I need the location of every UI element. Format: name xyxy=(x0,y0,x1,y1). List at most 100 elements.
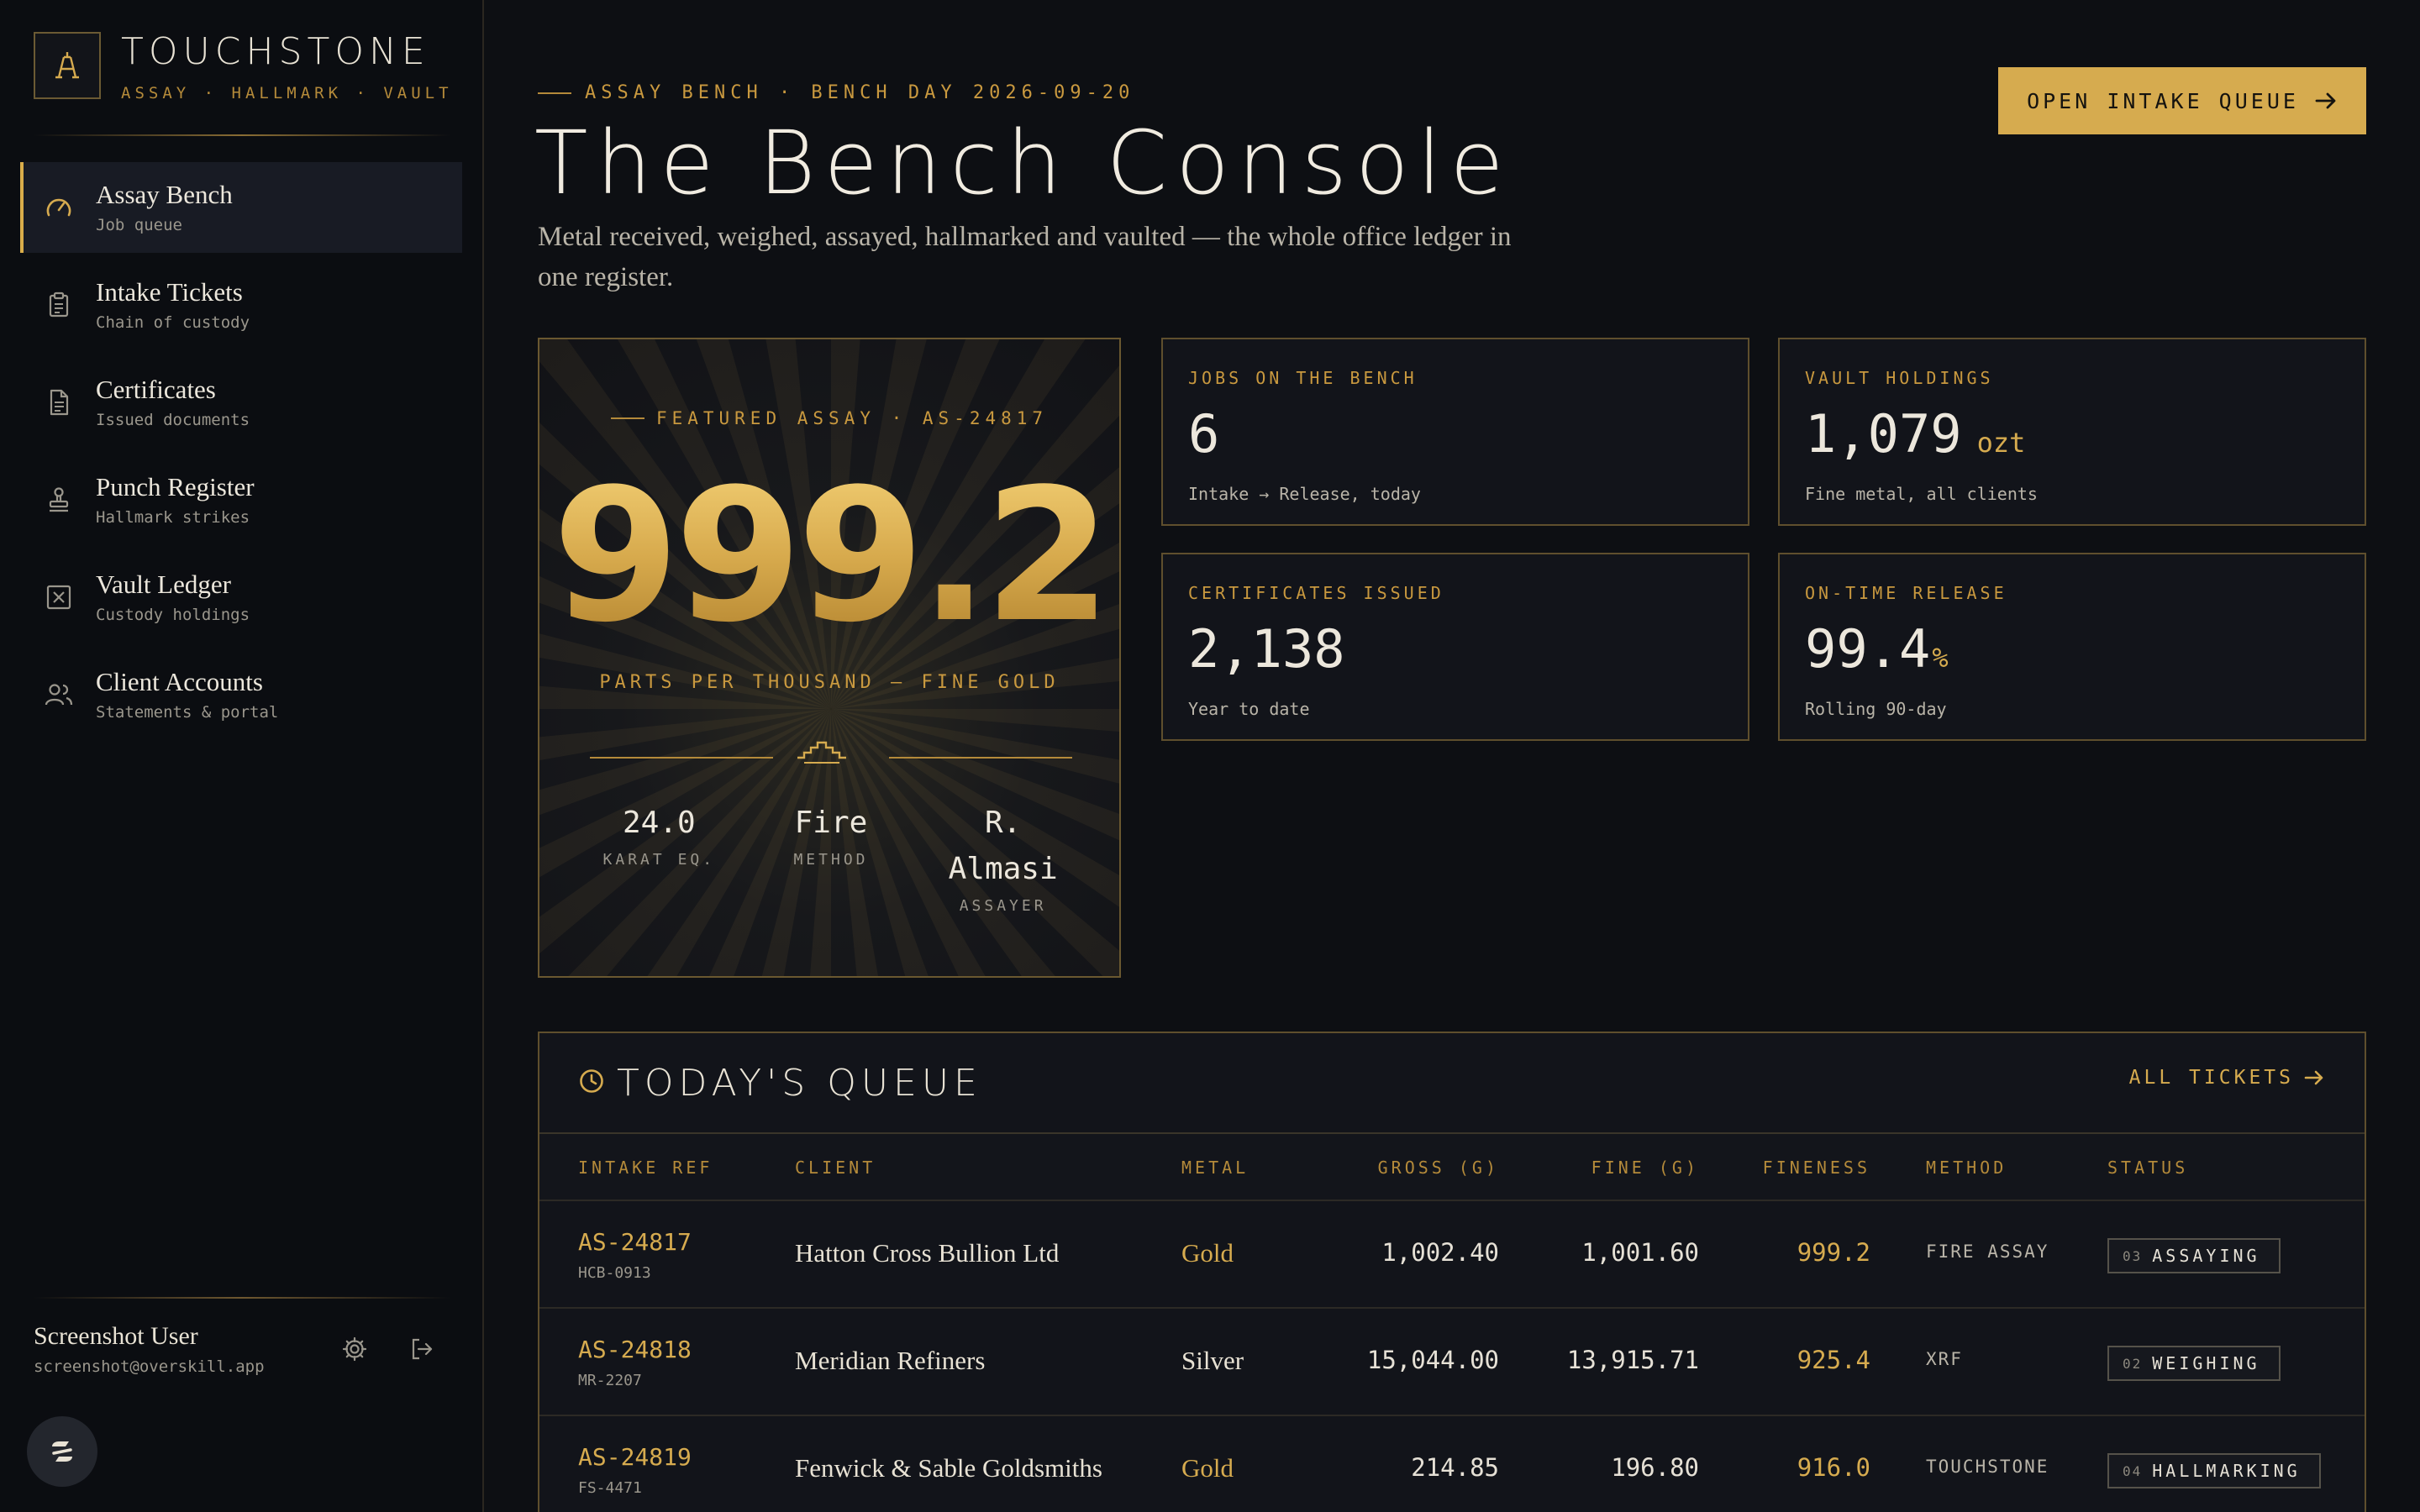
kpi-value-number: 2,138 xyxy=(1188,618,1345,680)
kpi-label: JOBS ON THE BENCH xyxy=(1188,368,1418,388)
col-intake-ref[interactable]: INTAKE REF xyxy=(578,1158,713,1178)
method: XRF xyxy=(1926,1349,1963,1369)
featured-eyebrow: FEATURED ASSAY · AS-24817 xyxy=(539,408,1119,428)
kpi-value-number: 99.4 xyxy=(1805,618,1931,680)
table-row[interactable]: AS-24817 HCB-0913 Hatton Cross Bullion L… xyxy=(539,1201,2365,1309)
fine-weight: 1,001.60 xyxy=(1581,1238,1699,1267)
sidebar-item-client-accounts[interactable]: Client Accounts Statements & portal xyxy=(20,649,462,740)
col-fineness[interactable]: FINENESS xyxy=(1763,1158,1870,1178)
kpi-label: ON-TIME RELEASE xyxy=(1805,583,2007,603)
todays-queue-panel: TODAY'S QUEUE ALL TICKETS INTAKE REF CLI… xyxy=(538,1032,2366,1512)
method: FIRE ASSAY xyxy=(1926,1242,2049,1262)
user-profile: Screenshot User screenshot@overskill.app xyxy=(34,1322,265,1376)
gross-weight: 1,002.40 xyxy=(1381,1238,1499,1267)
user-email: screenshot@overskill.app xyxy=(34,1357,265,1376)
stat-karat: 24.0 KARAT EQ. xyxy=(583,800,734,915)
intake-sub-ref: HCB-0913 xyxy=(578,1264,651,1282)
kpi-value: 99.4% xyxy=(1805,623,2339,675)
col-client[interactable]: CLIENT xyxy=(795,1158,876,1178)
document-icon xyxy=(44,387,74,417)
page-description: Metal received, weighed, assayed, hallma… xyxy=(538,222,1512,292)
sidebar-item-vault-ledger[interactable]: Vault Ledger Custody holdings xyxy=(20,552,462,643)
kpi-jobs-on-bench[interactable]: JOBS ON THE BENCH 6 Intake → Release, to… xyxy=(1161,338,1749,526)
kpi-unit: % xyxy=(1932,642,1949,674)
logout-icon xyxy=(412,1338,433,1360)
table-row[interactable]: AS-24818 MR-2207 Meridian Refiners Silve… xyxy=(539,1309,2365,1416)
sidebar-item-sub: Statements & portal xyxy=(96,703,279,722)
status-badge: 04 HALLMARKING xyxy=(2107,1453,2321,1488)
kpi-certificates-issued[interactable]: CERTIFICATES ISSUED 2,138 Year to date xyxy=(1161,553,1749,741)
intake-ref[interactable]: AS-24817 xyxy=(578,1228,692,1256)
col-metal[interactable]: METAL xyxy=(1181,1158,1249,1178)
brand-name: TOUCHSTONE xyxy=(121,30,430,73)
fineness: 999.2 xyxy=(1797,1238,1870,1267)
sidebar-item-sub: Issued documents xyxy=(96,411,250,430)
metal: Gold xyxy=(1181,1238,1234,1268)
clock-icon xyxy=(578,1068,605,1099)
all-tickets-label: ALL TICKETS xyxy=(2128,1067,2294,1089)
touchstone-logo-icon xyxy=(34,32,101,99)
table-row[interactable]: AS-24819 FS-4471 Fenwick & Sable Goldsmi… xyxy=(539,1416,2365,1512)
col-fine[interactable]: FINE (G) xyxy=(1591,1158,1699,1178)
users-icon xyxy=(44,680,74,710)
sidebar-item-sub: Custody holdings xyxy=(96,606,250,625)
intake-ref-cell: AS-24819 FS-4471 xyxy=(578,1443,692,1497)
sidebar-item-sub: Job queue xyxy=(96,216,182,235)
app-launcher-button[interactable] xyxy=(27,1416,97,1487)
col-status[interactable]: STATUS xyxy=(2107,1158,2188,1178)
fine-weight: 196.80 xyxy=(1611,1453,1699,1482)
queue-header: TODAY'S QUEUE ALL TICKETS xyxy=(539,1033,2365,1134)
intake-ref[interactable]: AS-24819 xyxy=(578,1443,692,1471)
stat-label: ASSAYER xyxy=(959,897,1047,915)
col-gross[interactable]: GROSS (G) xyxy=(1378,1158,1499,1178)
stat-value: Fire xyxy=(794,806,868,840)
fineness: 925.4 xyxy=(1797,1346,1870,1374)
status-step: 04 xyxy=(2123,1462,2143,1479)
page-eyebrow-text: ASSAY BENCH · BENCH DAY 2026-09-20 xyxy=(585,82,1135,103)
status-badge: 02 WEIGHING xyxy=(2107,1346,2281,1381)
app-logo-icon xyxy=(52,1441,72,1462)
gross-weight: 214.85 xyxy=(1411,1453,1499,1482)
kpi-sub: Fine metal, all clients xyxy=(1805,484,2038,504)
hallmark-divider xyxy=(590,741,1072,764)
status-step: 03 xyxy=(2123,1247,2143,1264)
featured-unit-label: PARTS PER THOUSAND — FINE GOLD xyxy=(599,672,1060,693)
queue-title: TODAY'S QUEUE xyxy=(617,1061,982,1105)
client-name: Hatton Cross Bullion Ltd xyxy=(795,1238,1060,1268)
open-intake-queue-button[interactable]: OPEN INTAKE QUEUE xyxy=(1998,67,2366,134)
featured-assay-card[interactable]: FEATURED ASSAY · AS-24817 999.2 PARTS PE… xyxy=(538,338,1121,978)
kpi-sub: Intake → Release, today xyxy=(1188,484,1421,504)
gear-icon xyxy=(342,1336,367,1362)
eyebrow-dash xyxy=(610,417,644,419)
eyebrow-dash xyxy=(538,92,571,94)
featured-fineness-value: 999.2 xyxy=(539,465,1119,648)
sidebar-item-punch-register[interactable]: Punch Register Hallmark strikes xyxy=(20,454,462,545)
intake-ref[interactable]: AS-24818 xyxy=(578,1336,692,1363)
all-tickets-link[interactable]: ALL TICKETS xyxy=(2129,1067,2324,1089)
metal: Silver xyxy=(1181,1346,1244,1375)
settings-button[interactable] xyxy=(338,1332,371,1366)
status-badge: 03 ASSAYING xyxy=(2107,1238,2281,1273)
sidebar-item-label: Intake Tickets xyxy=(96,276,243,307)
col-method[interactable]: METHOD xyxy=(1926,1158,2007,1178)
sidebar-item-assay-bench[interactable]: Assay Bench Job queue xyxy=(20,162,462,253)
stamp-icon xyxy=(44,485,74,515)
sidebar-item-intake-tickets[interactable]: Intake Tickets Chain of custody xyxy=(20,260,462,350)
page-title: The Bench Console xyxy=(534,112,1512,214)
stat-label: METHOD xyxy=(793,851,869,869)
kpi-on-time-release[interactable]: ON-TIME RELEASE 99.4% Rolling 90-day xyxy=(1778,553,2366,741)
kpi-label: CERTIFICATES ISSUED xyxy=(1188,583,1444,603)
kpi-label: VAULT HOLDINGS xyxy=(1805,368,1994,388)
gauge-icon xyxy=(44,192,74,223)
status-label: HALLMARKING xyxy=(2152,1461,2301,1481)
stat-assayer: R. Almasi ASSAYER xyxy=(928,800,1079,915)
kpi-vault-holdings[interactable]: VAULT HOLDINGS 1,079 ozt Fine metal, all … xyxy=(1778,338,2366,526)
sidebar-item-certificates[interactable]: Certificates Issued documents xyxy=(20,357,462,448)
kpi-sub: Rolling 90-day xyxy=(1805,699,1947,719)
logout-button[interactable] xyxy=(405,1332,439,1366)
kpi-sub: Year to date xyxy=(1188,699,1310,719)
brand[interactable]: TOUCHSTONE ASSAY · HALLMARK · VAULT xyxy=(34,32,453,102)
sidebar-item-label: Client Accounts xyxy=(96,666,263,696)
kpi-value: 1,079 ozt xyxy=(1805,408,2339,460)
arrow-right-icon xyxy=(2304,1068,2324,1087)
